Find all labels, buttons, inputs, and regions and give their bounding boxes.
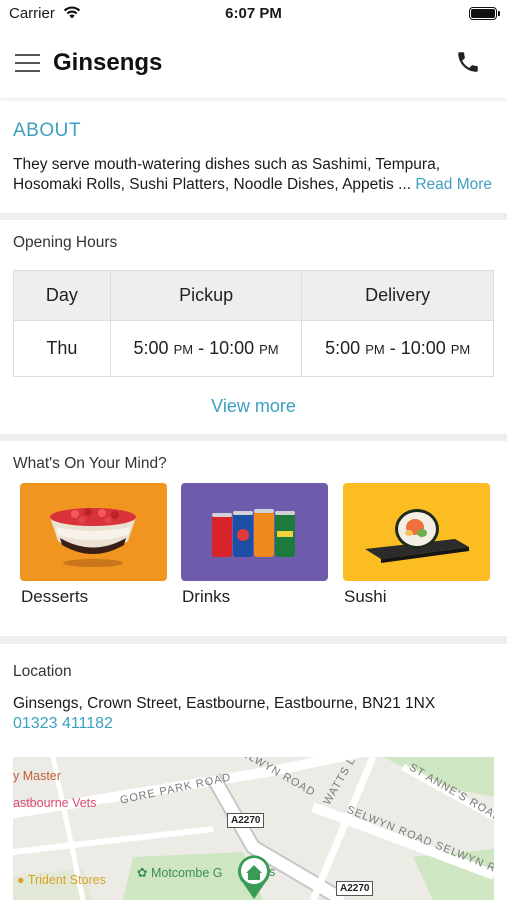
section-divider (0, 636, 507, 644)
soda-cans-icon (212, 509, 295, 557)
section-divider (0, 213, 507, 220)
read-more-link[interactable]: Read More (415, 176, 492, 193)
about-description: They serve mouth-watering dishes such as… (13, 155, 498, 194)
category-label-sushi: Sushi (344, 587, 387, 606)
pickup-hours-cell: 5:00 PM - 10:00 PM (109, 320, 303, 377)
location-phone-link[interactable]: 01323 411182 (13, 715, 113, 733)
category-card-desserts[interactable]: Desserts (20, 483, 167, 607)
section-divider (0, 434, 507, 441)
map-poi-motcombe: ✿ Motcombe G (137, 866, 223, 880)
map-poi-master: y Master (13, 769, 61, 783)
category-tile-drinks (181, 483, 328, 581)
table-header-row: Day Pickup Delivery (13, 270, 494, 321)
phone-icon[interactable] (455, 49, 481, 75)
about-title: ABOUT (13, 120, 81, 141)
location-address: Ginsengs, Crown Street, Eastbourne, East… (13, 695, 436, 712)
about-line-1: They serve mouth-watering dishes such as… (13, 156, 441, 173)
battery-icon (469, 7, 500, 20)
table-row: Thu 5:00 PM - 10:00 PM 5:00 PM - 10:00 P… (13, 320, 494, 377)
clock: 6:07 PM (225, 5, 282, 22)
map-poi-vets: astbourne Vets (13, 796, 97, 810)
app-header: Ginsengs (0, 30, 507, 98)
page-title: Ginsengs (53, 49, 163, 76)
sushi-roll-icon (365, 509, 469, 563)
category-card-drinks[interactable]: Drinks (181, 483, 328, 607)
category-card-sushi[interactable]: Sushi (343, 483, 490, 607)
column-header-delivery: Delivery (301, 270, 494, 321)
dessert-bowl-icon (50, 508, 136, 567)
view-more-link[interactable]: View more (0, 396, 507, 417)
map-poi-trident-stores: ● Trident Stores (17, 873, 106, 887)
location-label: Location (13, 663, 72, 680)
map-road-shield: A2270 (336, 881, 374, 896)
opening-hours-table: Day Pickup Delivery Thu 5:00 PM - 10:00 … (13, 270, 494, 377)
categories-label: What's On Your Mind? (13, 455, 167, 472)
status-bar: Carrier 6:07 PM (0, 0, 507, 30)
day-cell: Thu (13, 320, 111, 377)
category-label-drinks: Drinks (182, 587, 231, 606)
category-label-desserts: Desserts (21, 587, 89, 606)
map-pin-icon (238, 855, 270, 899)
hamburger-menu-icon[interactable] (15, 54, 40, 72)
column-header-day: Day (13, 270, 111, 321)
category-tile-desserts (20, 483, 167, 581)
category-tile-sushi (343, 483, 490, 581)
column-header-pickup: Pickup (109, 270, 303, 321)
delivery-hours-cell: 5:00 PM - 10:00 PM (301, 320, 494, 377)
opening-hours-label: Opening Hours (13, 234, 118, 251)
map-road-shield: A2270 (227, 813, 265, 828)
location-map[interactable]: y Master astbourne Vets GORE PARK ROAD S… (13, 757, 494, 900)
about-line-2: Hosomaki Rolls, Sushi Platters, Noodle D… (13, 175, 493, 193)
